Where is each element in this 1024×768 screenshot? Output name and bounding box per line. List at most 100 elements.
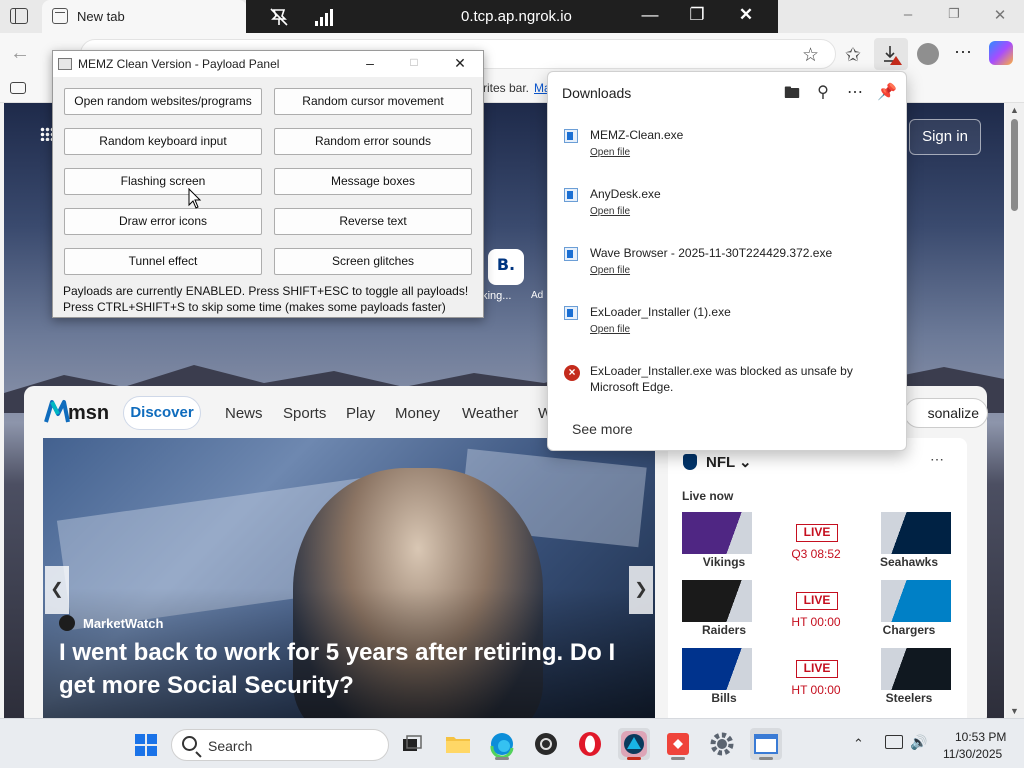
open-file-link[interactable]: Open file xyxy=(590,147,630,158)
payload-keyboard-input-button[interactable]: Random keyboard input xyxy=(64,128,262,155)
profile-avatar[interactable] xyxy=(917,43,939,65)
carousel-next-icon[interactable]: ❯ xyxy=(629,566,653,614)
tab-title: New tab xyxy=(77,9,125,24)
anydesk-icon[interactable] xyxy=(662,728,694,760)
remote-close-icon[interactable]: ✕ xyxy=(735,5,757,25)
sign-in-button[interactable]: Sign in xyxy=(909,119,981,155)
payload-screen-glitches-button[interactable]: Screen glitches xyxy=(274,248,472,275)
signal-icon[interactable] xyxy=(314,7,338,27)
back-arrow-icon[interactable]: ← xyxy=(10,42,30,65)
copilot-icon[interactable] xyxy=(989,41,1013,65)
close-icon[interactable]: ✕ xyxy=(990,6,1010,24)
memz-titlebar[interactable]: MEMZ Clean Version - Payload Panel – □ ✕ xyxy=(53,51,483,77)
hero-article[interactable]: ❮ ❯ MarketWatch I went back to work for … xyxy=(43,438,655,718)
payload-message-boxes-button[interactable]: Message boxes xyxy=(274,168,472,195)
clock-time[interactable]: 10:53 PM xyxy=(955,730,1006,744)
payload-cursor-movement-button[interactable]: Random cursor movement xyxy=(274,88,472,115)
remote-app-icon[interactable] xyxy=(618,728,650,760)
payload-tunnel-effect-button[interactable]: Tunnel effect xyxy=(64,248,262,275)
vikings-logo xyxy=(682,512,752,554)
memz-minimize-icon[interactable]: – xyxy=(359,55,381,71)
settings-icon[interactable] xyxy=(706,728,738,760)
pin-icon[interactable]: 📌 xyxy=(876,82,898,102)
unpin-icon[interactable] xyxy=(268,6,290,28)
memz-maximize-icon: □ xyxy=(410,55,418,69)
game-row[interactable]: Vikings Seahawks LIVE Q3 08:52 xyxy=(682,512,951,572)
carousel-prev-icon[interactable]: ❮ xyxy=(45,566,69,614)
exe-file-icon xyxy=(564,247,578,261)
bills-logo xyxy=(682,648,752,690)
scroll-down-icon[interactable]: ▼ xyxy=(1010,706,1019,716)
restore-icon[interactable]: ❐ xyxy=(944,6,964,22)
game-row[interactable]: Bills Steelers LIVE HT 00:00 xyxy=(682,648,951,708)
open-file-link[interactable]: Open file xyxy=(590,324,630,335)
search-downloads-icon[interactable]: ⚲ xyxy=(812,82,834,102)
memz-taskbar-icon[interactable] xyxy=(750,728,782,760)
opera-browser-icon[interactable] xyxy=(574,728,606,760)
clock-date[interactable]: 11/30/2025 xyxy=(943,747,1002,761)
edge-browser-icon[interactable] xyxy=(486,728,518,760)
page-scrollbar[interactable]: ▲ ▼ xyxy=(1006,103,1024,718)
open-file-link[interactable]: Open file xyxy=(590,206,630,217)
more-options-icon[interactable]: ⋯ xyxy=(954,42,973,63)
windows-start-icon[interactable] xyxy=(134,733,158,757)
payload-open-websites-button[interactable]: Open random websites/programs xyxy=(64,88,262,115)
minimize-icon[interactable]: – xyxy=(898,6,918,23)
app-icon-gear-dark[interactable] xyxy=(530,728,562,760)
downloads-more-icon[interactable]: ⋯ xyxy=(844,82,866,102)
card-more-icon[interactable]: ⋯ xyxy=(930,451,944,468)
new-tab-icon xyxy=(52,8,68,24)
scroll-thumb[interactable] xyxy=(1011,119,1018,211)
running-indicator xyxy=(627,757,641,760)
blocked-message: ExLoader_Installer.exe was blocked as un… xyxy=(590,364,853,394)
tab-sports[interactable]: Sports xyxy=(283,405,326,422)
search-icon xyxy=(182,736,197,751)
see-more-link[interactable]: See more xyxy=(572,421,633,437)
show-hidden-icons-icon[interactable]: ⌃ xyxy=(853,736,864,752)
volume-icon[interactable]: 🔊 xyxy=(910,734,927,751)
favorites-bar-icon[interactable] xyxy=(10,82,26,94)
running-indicator xyxy=(671,757,685,760)
live-badge: LIVE xyxy=(796,660,838,678)
open-file-link[interactable]: Open file xyxy=(590,265,630,276)
task-view-icon[interactable] xyxy=(396,728,428,760)
tab-actions-icon[interactable] xyxy=(10,8,28,24)
running-indicator xyxy=(759,757,773,760)
taskbar-search[interactable]: Search xyxy=(171,729,389,761)
game-row[interactable]: Raiders Chargers LIVE HT 00:00 xyxy=(682,580,951,640)
file-explorer-icon[interactable] xyxy=(442,728,474,760)
tab-discover[interactable]: Discover xyxy=(123,396,201,430)
memz-title: MEMZ Clean Version - Payload Panel xyxy=(78,57,280,71)
favorites-icon[interactable]: ✩ xyxy=(845,44,861,67)
tab-weather[interactable]: Weather xyxy=(462,405,518,422)
away-team: Steelers xyxy=(885,691,933,705)
open-folder-icon[interactable]: 🖿 xyxy=(781,82,803,109)
browser-tab[interactable]: New tab xyxy=(42,0,247,33)
exe-file-icon xyxy=(564,129,578,143)
downloads-flyout: Downloads 🖿 ⚲ ⋯ 📌 MEMZ-Clean.exe Open fi… xyxy=(547,71,907,451)
remote-restore-icon[interactable]: ❐ xyxy=(686,5,708,25)
payload-error-sounds-button[interactable]: Random error sounds xyxy=(274,128,472,155)
tab-money[interactable]: Money xyxy=(395,405,440,422)
network-icon[interactable] xyxy=(885,735,903,749)
booking-shortcut[interactable]: B. xyxy=(488,249,524,285)
away-team: Seahawks xyxy=(879,555,939,569)
game-clock: HT 00:00 xyxy=(791,683,841,697)
article-headline[interactable]: I went back to work for 5 years after re… xyxy=(59,636,639,702)
tab-play[interactable]: Play xyxy=(346,405,375,422)
live-badge: LIVE xyxy=(796,524,838,542)
remote-minimize-icon[interactable]: — xyxy=(639,5,661,25)
memz-close-icon[interactable]: ✕ xyxy=(449,55,471,72)
payload-reverse-text-button[interactable]: Reverse text xyxy=(274,208,472,235)
remote-session-bar: 0.tcp.ap.ngrok.io — ❐ ✕ xyxy=(246,0,778,33)
payload-flashing-screen-button[interactable]: Flashing screen xyxy=(64,168,262,195)
nfl-title[interactable]: NFL ⌄ xyxy=(706,453,752,471)
personalize-button[interactable]: sonalize xyxy=(904,398,988,428)
downloads-button[interactable] xyxy=(874,38,908,70)
payload-draw-error-icons-button[interactable]: Draw error icons xyxy=(64,208,262,235)
favorites-bar-text: rites bar. xyxy=(483,81,530,95)
away-team: Chargers xyxy=(882,623,936,637)
scroll-up-icon[interactable]: ▲ xyxy=(1010,105,1019,115)
favorite-star-icon[interactable]: ☆ xyxy=(802,44,819,67)
tab-news[interactable]: News xyxy=(225,405,263,422)
